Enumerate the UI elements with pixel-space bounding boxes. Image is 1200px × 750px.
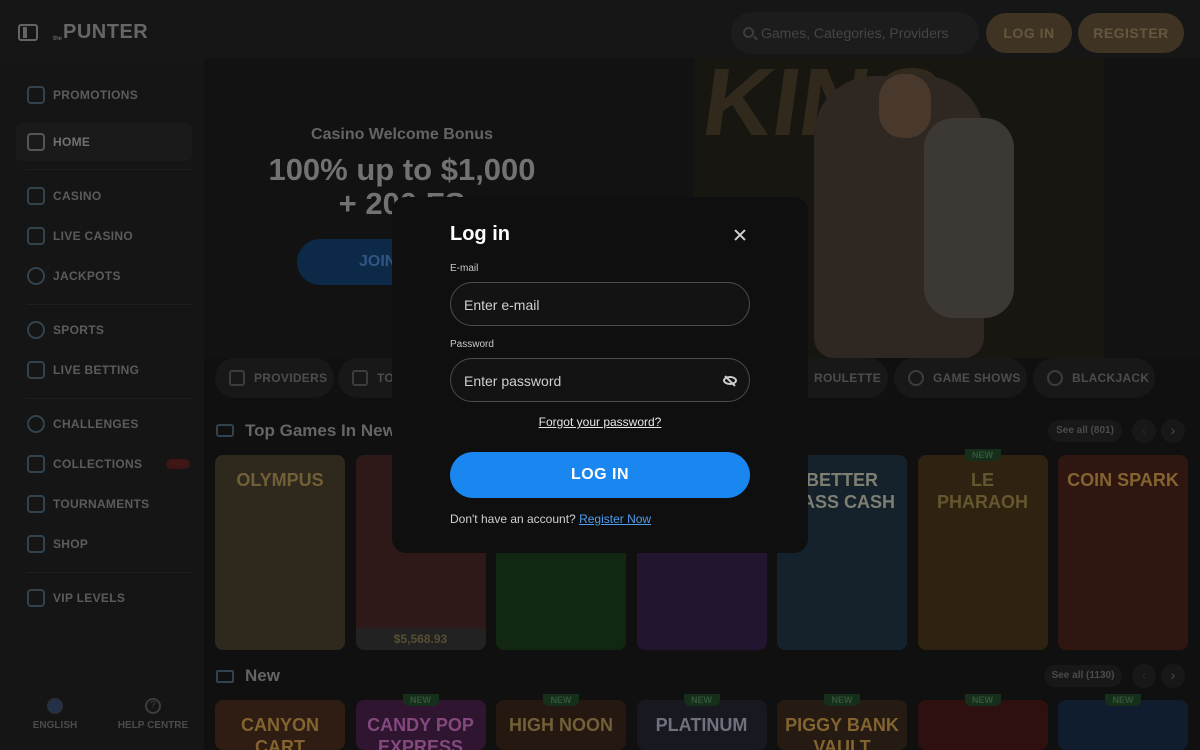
no-account-text: Don't have an account? xyxy=(450,512,576,526)
password-field[interactable] xyxy=(450,358,750,402)
forgot-password-link[interactable]: Forgot your password? xyxy=(450,415,750,429)
register-now-link[interactable]: Register Now xyxy=(579,512,651,526)
signup-prompt: Don't have an account? Register Now xyxy=(450,512,651,526)
close-icon[interactable] xyxy=(730,225,750,245)
login-modal: Log in E-mail Password Forgot your passw… xyxy=(392,197,808,553)
login-submit-button[interactable]: LOG IN xyxy=(450,452,750,498)
eye-off-icon[interactable] xyxy=(723,376,737,385)
password-label: Password xyxy=(450,339,494,350)
modal-title: Log in xyxy=(450,223,510,245)
email-input[interactable] xyxy=(464,294,704,316)
password-input[interactable] xyxy=(464,370,704,392)
email-label: E-mail xyxy=(450,263,479,274)
email-field[interactable] xyxy=(450,282,750,326)
